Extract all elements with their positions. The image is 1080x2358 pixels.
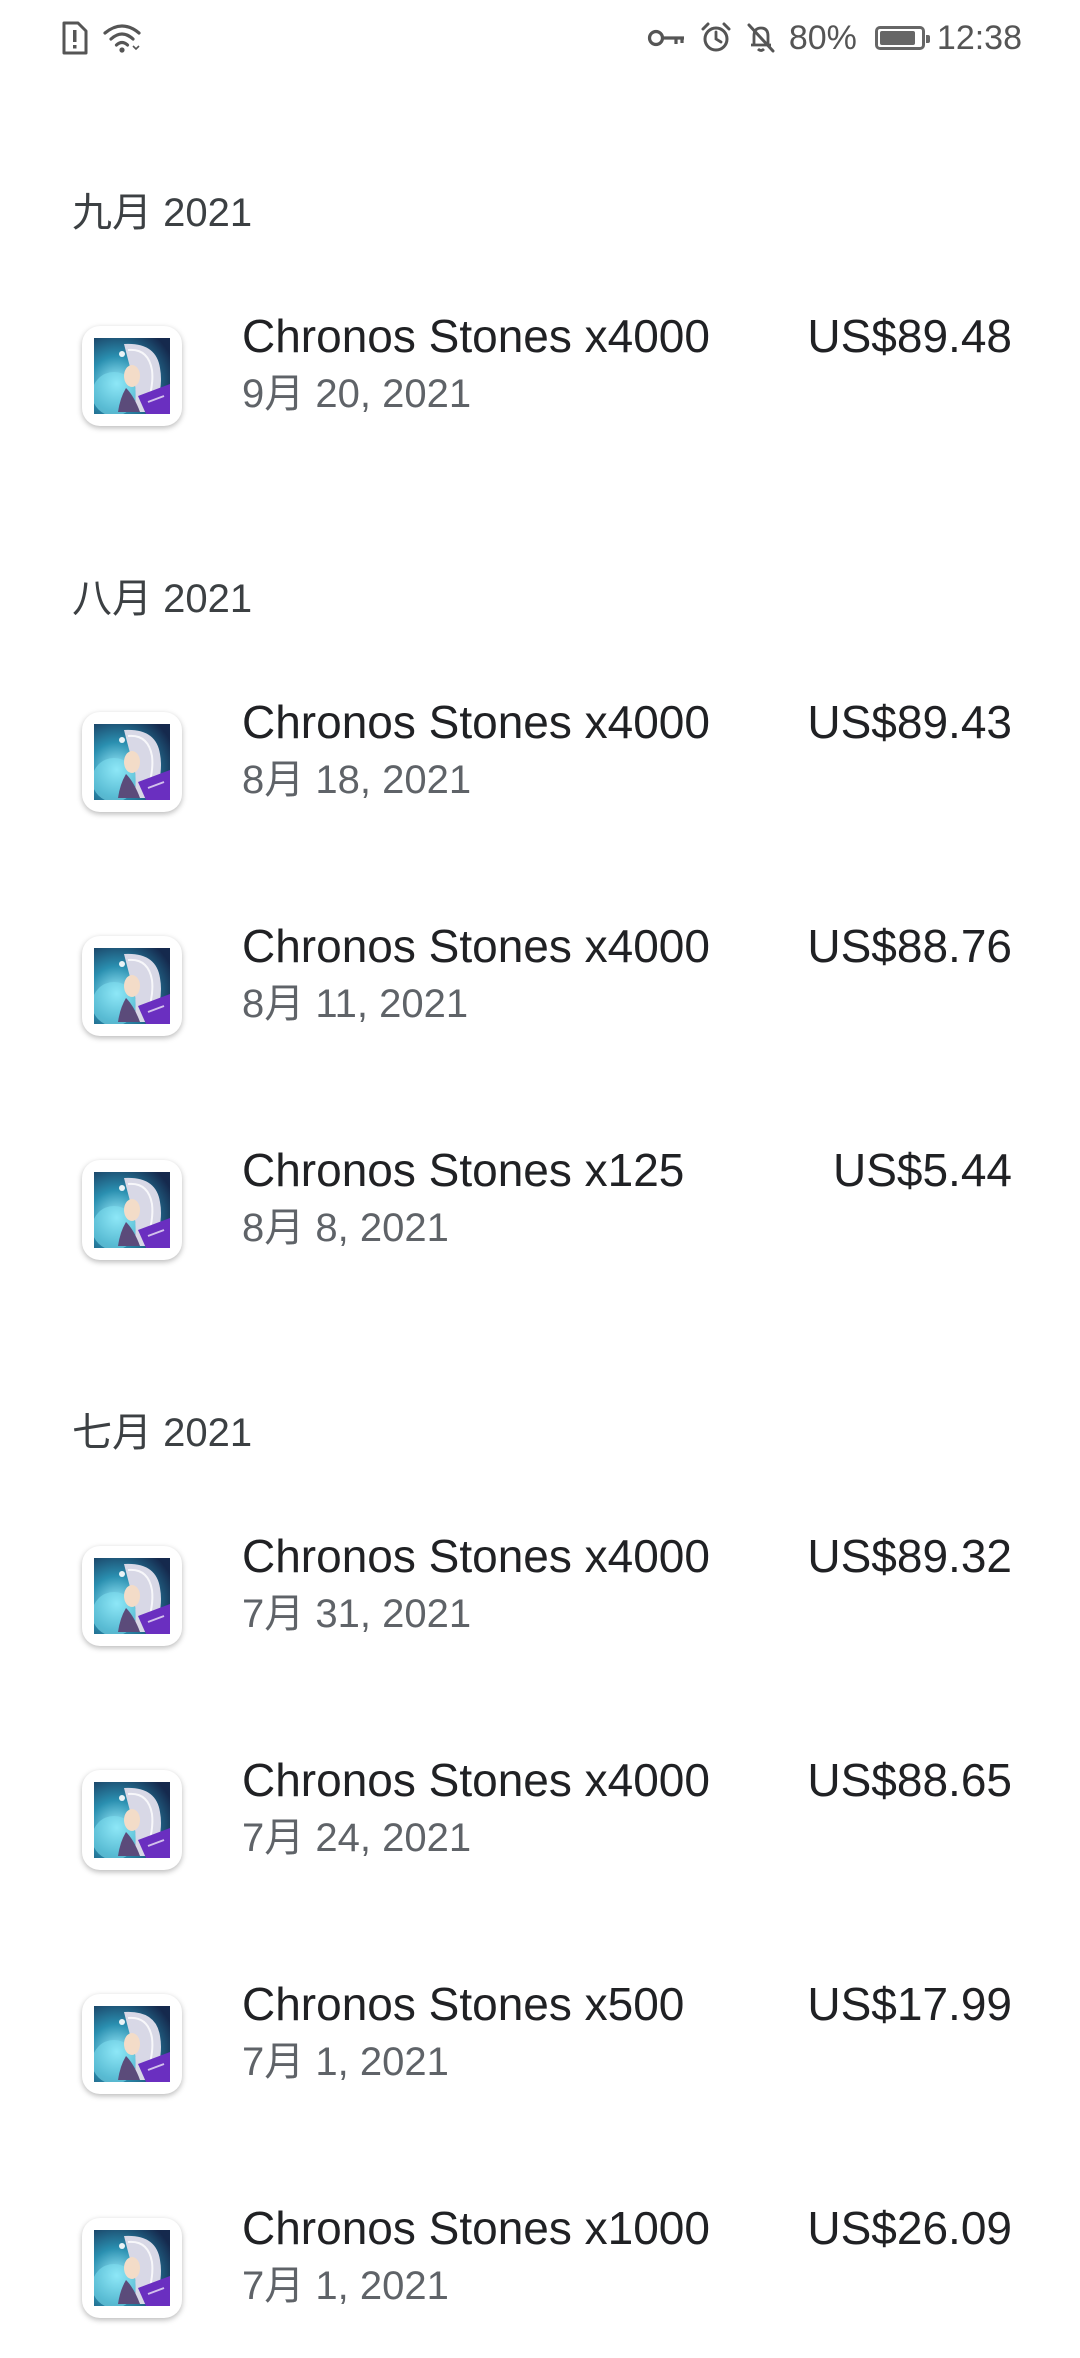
purchase-date: 9月 20, 2021 — [242, 372, 472, 416]
battery-level-fill — [879, 31, 916, 45]
game-art-icon — [94, 2230, 170, 2306]
item-title: Chronos Stones x4000 — [242, 1530, 710, 1582]
purchase-date: 8月 18, 2021 — [242, 758, 472, 802]
item-title: Chronos Stones x4000 — [242, 1754, 710, 1806]
section-header: 九月 2021 — [72, 191, 253, 235]
alarm-icon — [699, 21, 733, 55]
item-title: Chronos Stones x4000 — [242, 310, 710, 362]
purchase-date: 7月 31, 2021 — [242, 1592, 472, 1636]
purchase-list-item[interactable]: Chronos Stones x4000 8月 11, 2021 US$88.7… — [0, 920, 1080, 1076]
item-title: Chronos Stones x4000 — [242, 920, 710, 972]
purchase-list-item[interactable]: Chronos Stones x1000 7月 1, 2021 US$26.09 — [0, 2202, 1080, 2358]
game-art-icon — [94, 724, 170, 800]
app-icon — [82, 326, 182, 426]
app-icon — [82, 1160, 182, 1260]
app-icon — [82, 1546, 182, 1646]
app-icon — [82, 1994, 182, 2094]
purchase-list-item[interactable]: Chronos Stones x4000 8月 18, 2021 US$89.4… — [0, 696, 1080, 852]
status-bar-left — [60, 20, 142, 56]
purchase-list-item[interactable]: Chronos Stones x500 7月 1, 2021 US$17.99 — [0, 1978, 1080, 2134]
item-price: US$89.43 — [807, 696, 1012, 748]
game-art-icon — [94, 338, 170, 414]
app-icon — [82, 2218, 182, 2318]
sim-alert-icon — [60, 21, 88, 55]
purchase-list-item[interactable]: Chronos Stones x4000 7月 24, 2021 US$88.6… — [0, 1754, 1080, 1910]
vpn-key-icon — [647, 26, 687, 50]
item-price: US$26.09 — [807, 2202, 1012, 2254]
purchase-date: 8月 8, 2021 — [242, 1206, 449, 1250]
purchase-date: 7月 1, 2021 — [242, 2040, 449, 2084]
status-bar: 80% 12:38 — [0, 0, 1080, 80]
purchase-list-item[interactable]: Chronos Stones x125 8月 8, 2021 US$5.44 — [0, 1144, 1080, 1300]
item-price: US$5.44 — [832, 1144, 1012, 1196]
item-title: Chronos Stones x4000 — [242, 696, 710, 748]
app-icon — [82, 712, 182, 812]
status-time: 12:38 — [936, 18, 1022, 57]
item-price: US$89.48 — [807, 310, 1012, 362]
notifications-off-icon — [745, 21, 777, 55]
game-art-icon — [94, 1558, 170, 1634]
game-art-icon — [94, 948, 170, 1024]
app-icon — [82, 1770, 182, 1870]
wifi-icon — [102, 22, 142, 54]
item-title: Chronos Stones x1000 — [242, 2202, 710, 2254]
purchase-list-item[interactable]: Chronos Stones x4000 9月 20, 2021 US$89.4… — [0, 310, 1080, 466]
purchase-date: 8月 11, 2021 — [242, 982, 469, 1026]
purchase-date: 7月 24, 2021 — [242, 1816, 472, 1860]
item-price: US$17.99 — [807, 1978, 1012, 2030]
item-price: US$88.76 — [807, 920, 1012, 972]
app-icon — [82, 936, 182, 1036]
item-price: US$89.32 — [807, 1530, 1012, 1582]
purchase-date: 7月 1, 2021 — [242, 2264, 449, 2308]
section-header: 八月 2021 — [72, 577, 253, 621]
game-art-icon — [94, 1782, 170, 1858]
purchase-list-item[interactable]: Chronos Stones x4000 7月 31, 2021 US$89.3… — [0, 1530, 1080, 1686]
item-title: Chronos Stones x125 — [242, 1144, 685, 1196]
item-price: US$88.65 — [807, 1754, 1012, 1806]
game-art-icon — [94, 1172, 170, 1248]
battery-icon — [874, 26, 930, 50]
section-header: 七月 2021 — [72, 1411, 253, 1455]
status-bar-right: 80% 12:38 — [647, 18, 1022, 58]
item-title: Chronos Stones x500 — [242, 1978, 685, 2030]
game-art-icon — [94, 2006, 170, 2082]
battery-percent: 80% — [788, 18, 857, 57]
